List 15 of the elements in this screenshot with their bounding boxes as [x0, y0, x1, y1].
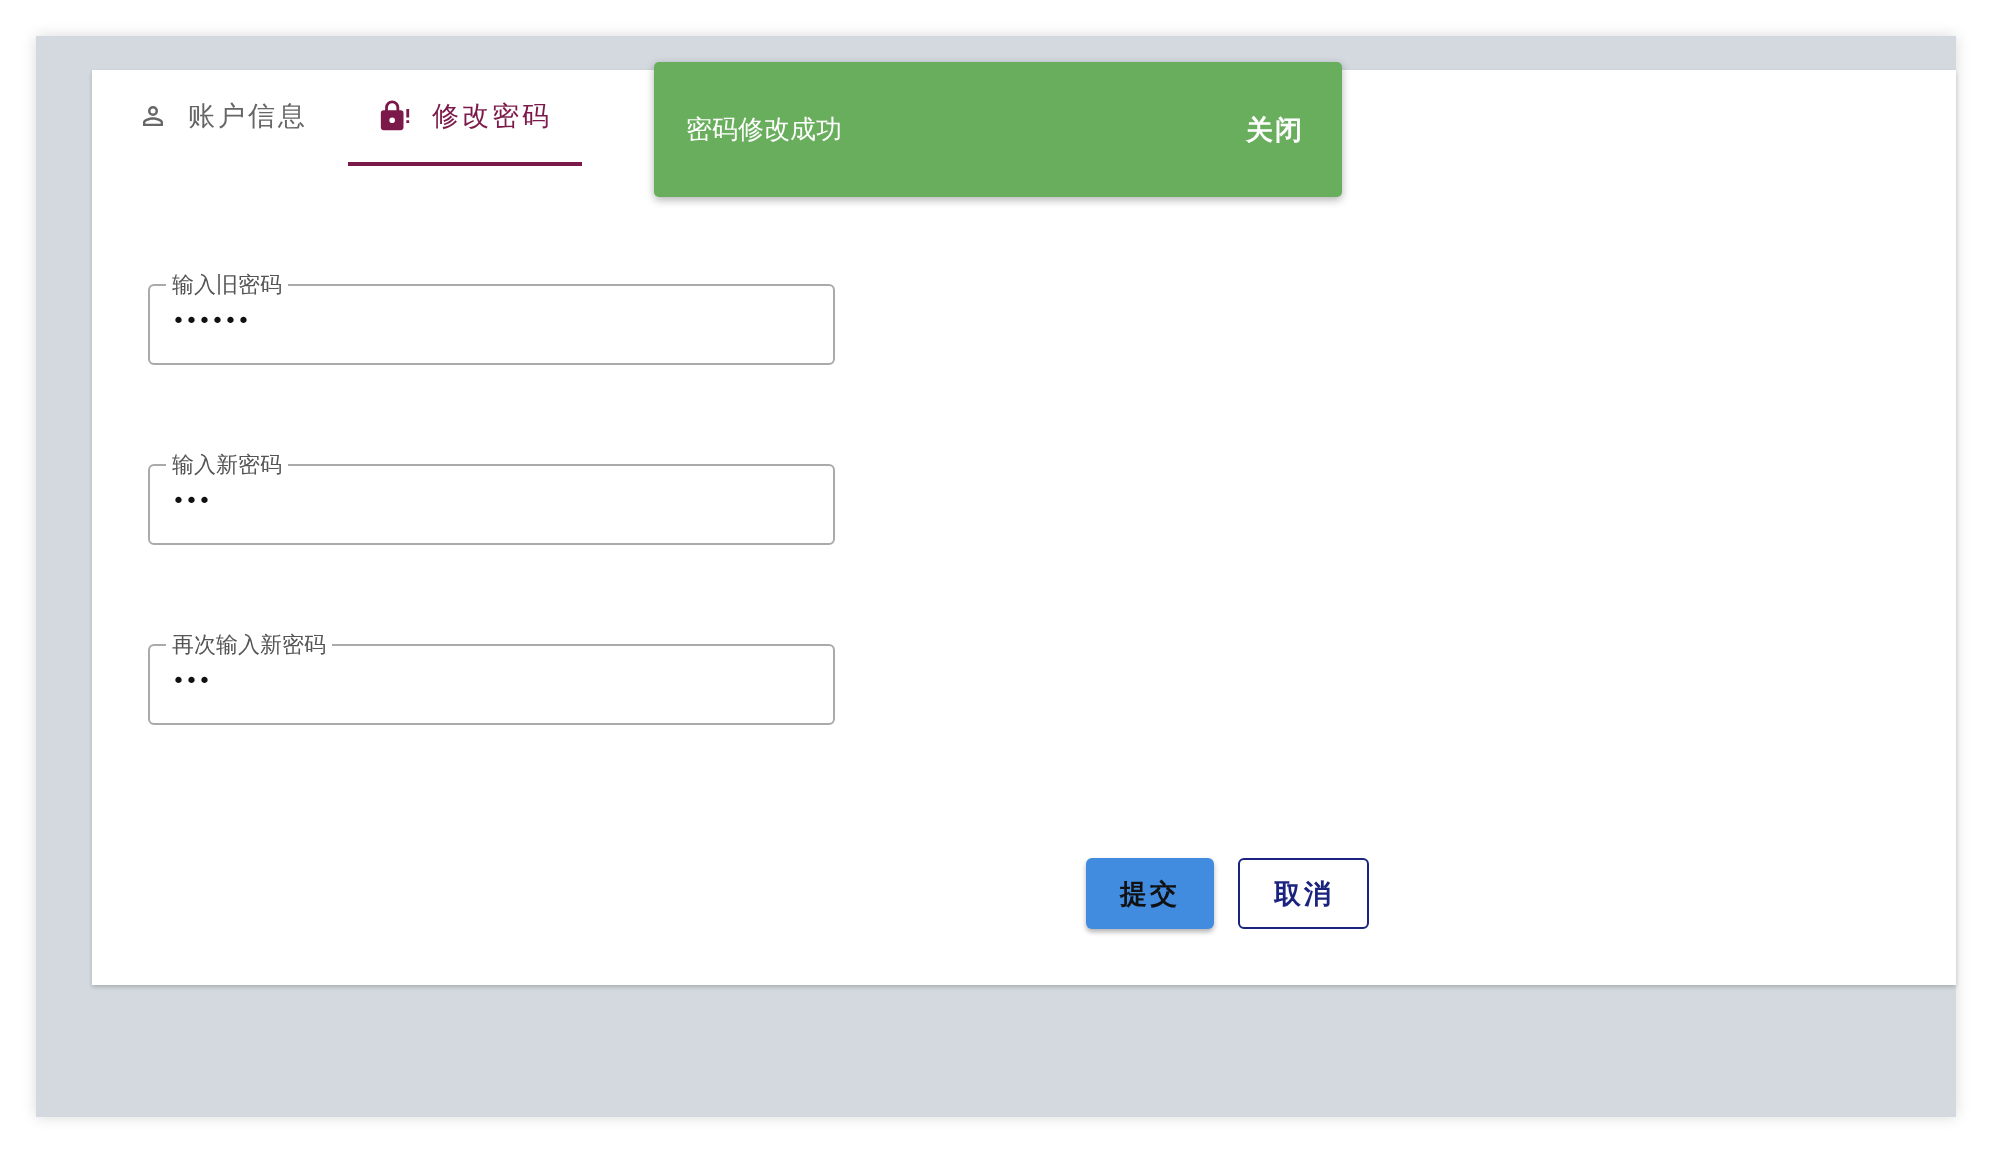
- password-field[interactable]: 再次输入新密码 •••: [148, 631, 835, 725]
- password-input[interactable]: •••: [166, 479, 817, 531]
- lock-alert-icon: [378, 99, 412, 133]
- password-field[interactable]: 输入旧密码 ••••••: [148, 271, 835, 365]
- tab[interactable]: 账户信息: [122, 70, 324, 166]
- password-input[interactable]: ••••••: [166, 299, 817, 351]
- field-label: 输入旧密码: [171, 271, 283, 299]
- password-field[interactable]: 输入新密码 •••: [148, 451, 835, 545]
- cancel-button[interactable]: 取消: [1238, 858, 1369, 929]
- submit-button[interactable]: 提交: [1086, 858, 1214, 929]
- field-label: 输入新密码: [171, 451, 283, 479]
- snackbar-message: 密码修改成功: [686, 113, 842, 146]
- field-label: 再次输入新密码: [171, 631, 327, 659]
- password-input[interactable]: •••: [166, 659, 817, 711]
- tab[interactable]: 修改密码: [348, 70, 582, 166]
